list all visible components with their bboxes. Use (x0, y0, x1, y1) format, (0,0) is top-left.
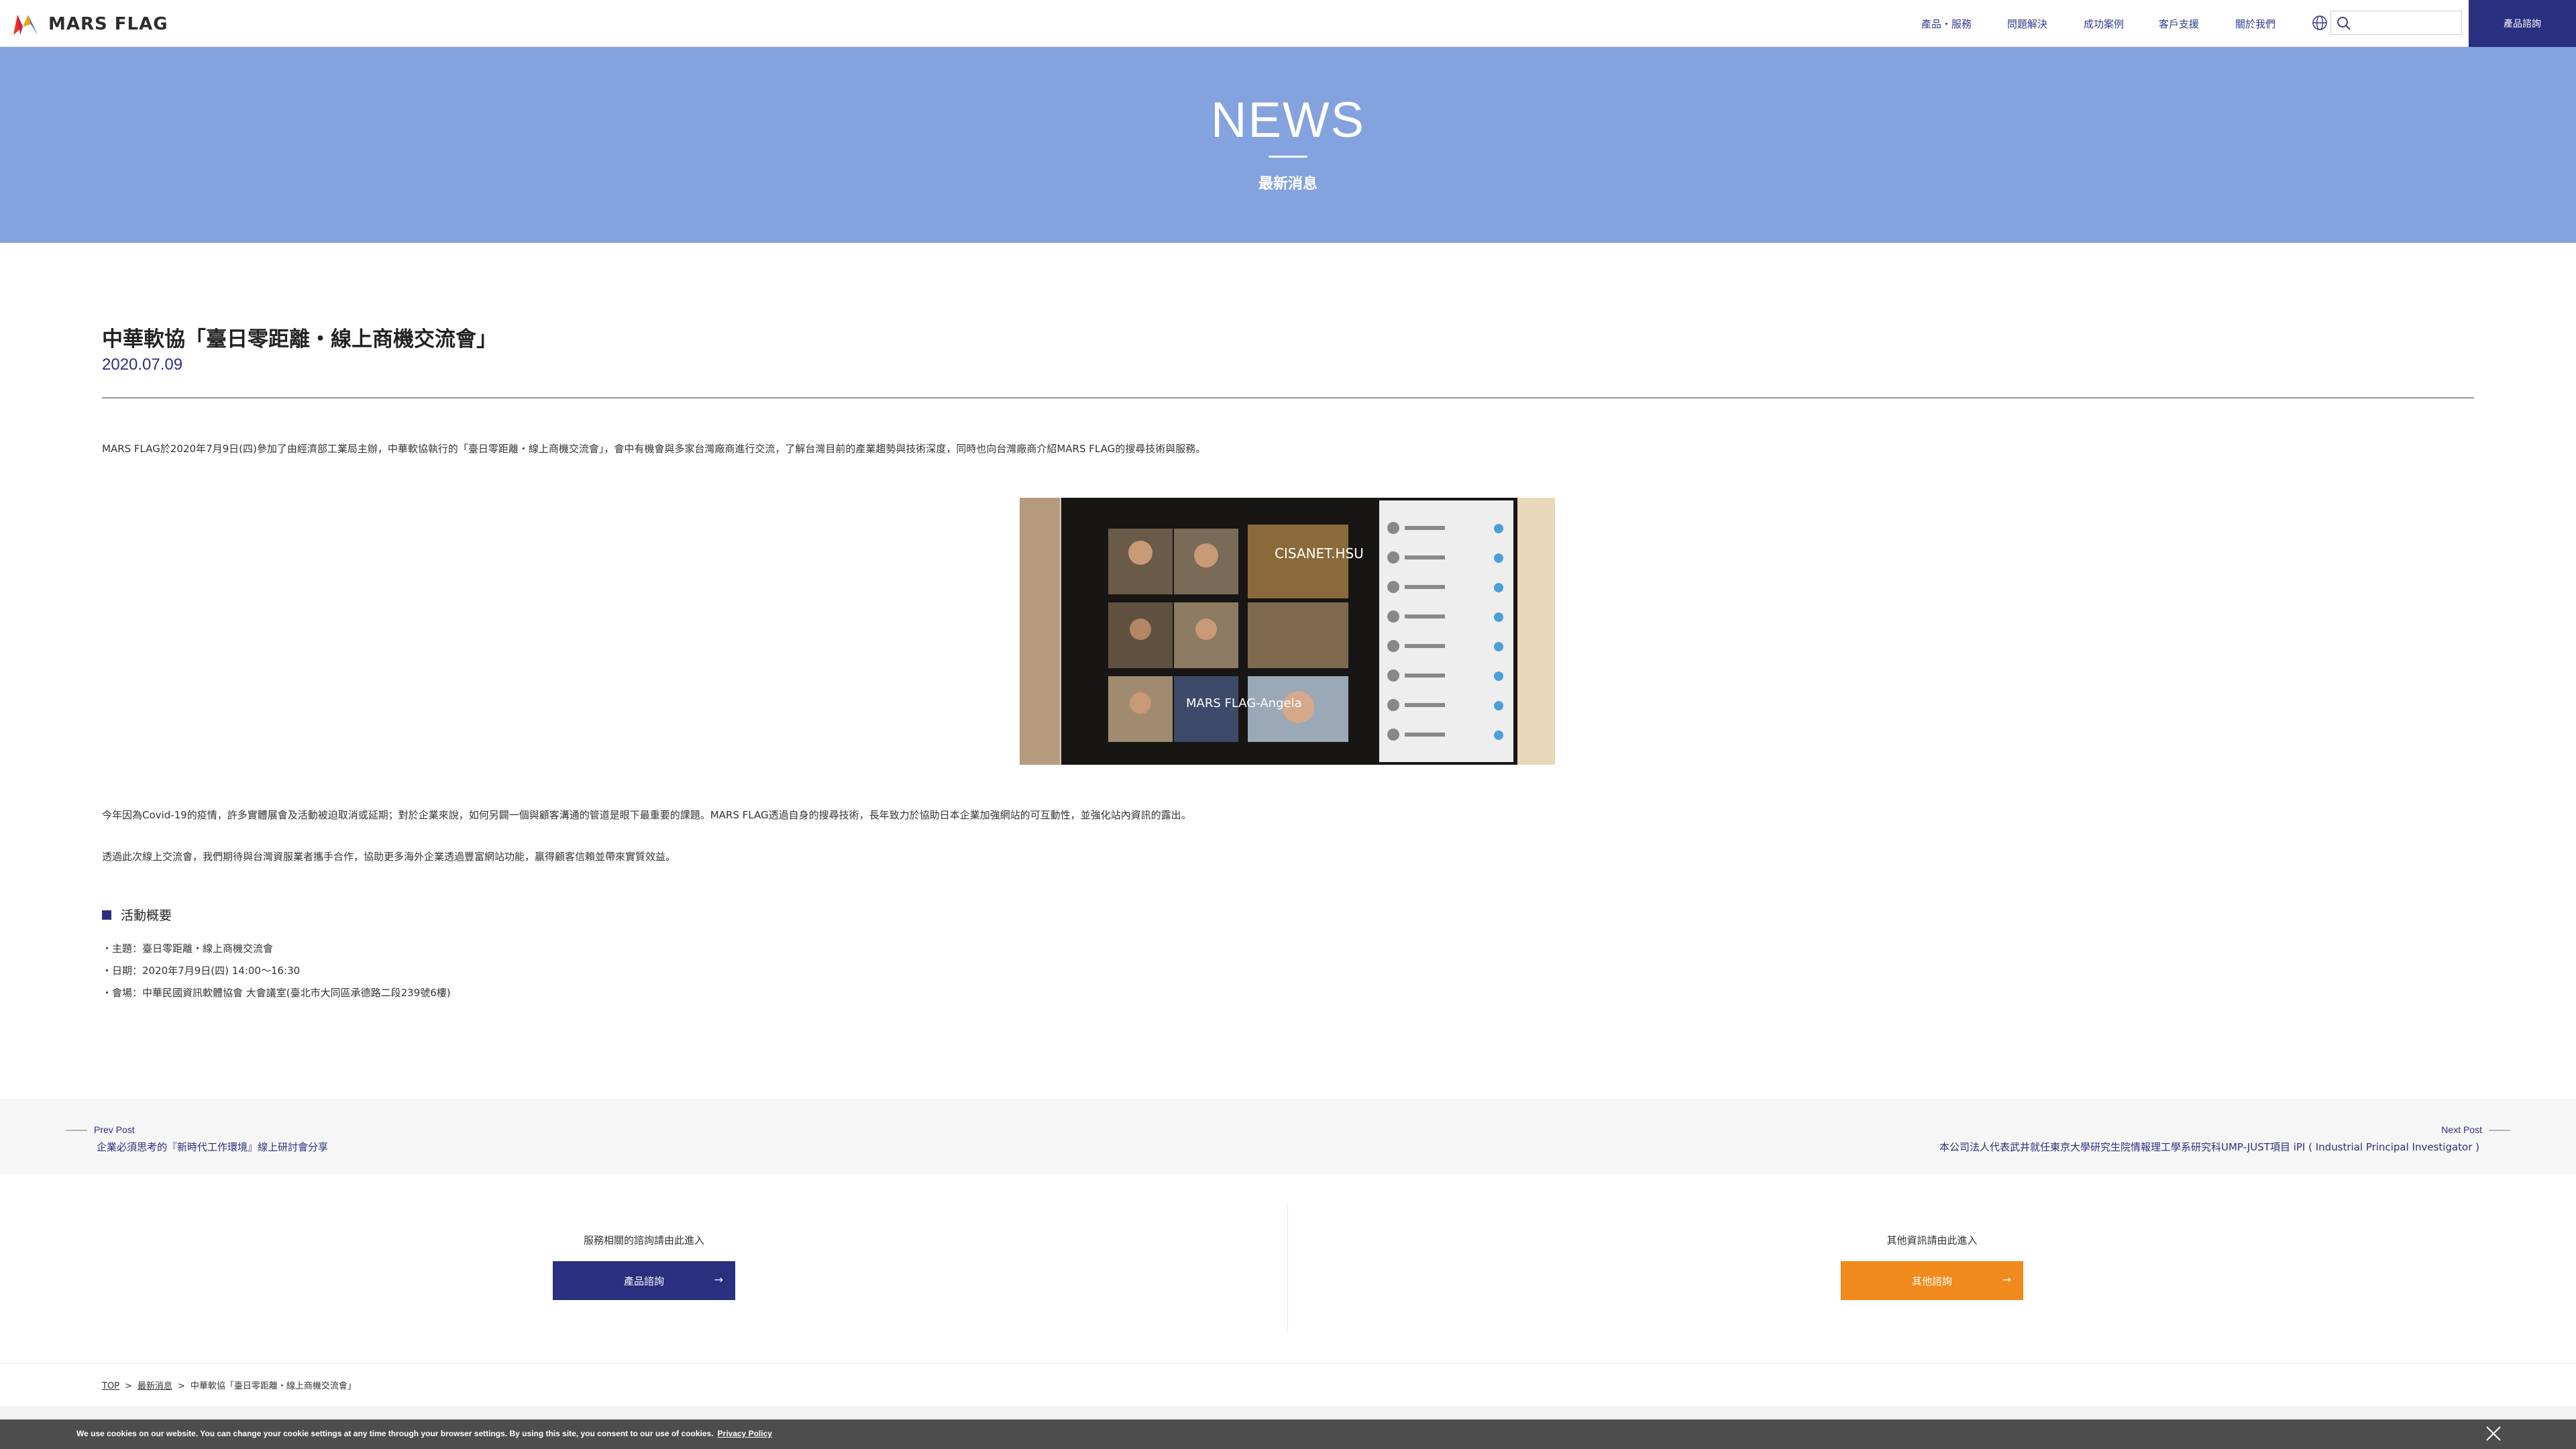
breadcrumb: TOP > 最新消息 > 中華軟協「臺日零距離・線上商機交流會」 (102, 1379, 356, 1391)
article-paragraph-3: 透過此次線上交流會，我們期待與台灣資服業者攜手合作，協助更多海外企業透過豐富網站… (102, 851, 676, 863)
footer-strip (0, 1406, 2576, 1419)
article-title: 中華軟協「臺日零距離・線上商機交流會」 (102, 327, 497, 352)
arrow-right-icon: → (2002, 1273, 2011, 1286)
breadcrumb-current: 中華軟協「臺日零距離・線上商機交流會」 (190, 1381, 356, 1391)
other-inquiry-block: 其他資訊請由此進入 其他諮詢 → (1288, 1205, 2576, 1332)
close-icon[interactable] (2483, 1424, 2504, 1444)
next-post-label: Next Post (2441, 1124, 2482, 1135)
hero-divider (1269, 156, 1307, 158)
article-photo: CISANET.HSU MARS FLAG-Angela (1020, 498, 1555, 765)
arrow-left-icon (66, 1129, 87, 1131)
brand-name: MARS FLAG (48, 14, 168, 34)
nav-solutions[interactable]: 問題解決 (2007, 17, 2047, 31)
prev-post-label: Prev Post (94, 1124, 135, 1135)
other-inquiry-text: 其他資訊請由此進入 (1886, 1234, 1978, 1246)
other-inquiry-label: 其他諮詢 (1911, 1275, 1952, 1287)
arrow-right-icon: → (714, 1273, 723, 1286)
event-summary-label: 活動概要 (121, 908, 172, 923)
arrow-right-icon (2489, 1129, 2510, 1131)
product-inquiry-button[interactable]: 產品諮詢 → (553, 1261, 735, 1300)
search-box[interactable] (2330, 11, 2462, 35)
brand-logo[interactable]: MARS FLAG (11, 9, 168, 39)
service-inquiry-text: 服務相關的諮詢請由此進入 (583, 1234, 704, 1246)
cookie-banner: We use cookies on our website. You can c… (0, 1419, 2576, 1449)
next-post-title[interactable]: 本公司法人代表武井就任東京大學研究生院情報理工學系研究科UMP-JUST項目 i… (1939, 1140, 2510, 1154)
nav-cases[interactable]: 成功案例 (2084, 17, 2124, 31)
post-navigation: Prev Post 企業必須思考的『新時代工作環境』線上研討會分享 Next P… (0, 1099, 2576, 1174)
heading-square-icon (102, 910, 111, 920)
breadcrumb-separator: > (125, 1381, 132, 1391)
nav-products[interactable]: 產品・服務 (1921, 17, 1972, 31)
product-inquiry-header-button[interactable]: 產品諮詢 (2469, 0, 2576, 47)
article-divider (102, 397, 2474, 398)
cookie-notice: We use cookies on our website. You can c… (76, 1429, 772, 1438)
article-intro: MARS FLAG於2020年7月9日(四)參加了由經濟部工業局主辦，中華軟協執… (102, 443, 1206, 455)
photo-label-marsflag: MARS FLAG-Angela (1186, 696, 1302, 710)
breadcrumb-news[interactable]: 最新消息 (138, 1381, 172, 1391)
hero-subtitle: 最新消息 (1258, 176, 1318, 193)
prev-post-link[interactable]: Prev Post 企業必須思考的『新時代工作環境』線上研討會分享 (66, 1123, 328, 1154)
breadcrumb-bar: TOP > 最新消息 > 中華軟協「臺日零距離・線上商機交流會」 (0, 1363, 2576, 1406)
nav-support[interactable]: 客戶支援 (2159, 17, 2199, 31)
hero-title: NEWS (1211, 92, 1365, 148)
article-paragraph-2: 今年因為Covid-19的疫情，許多實體展會及活動被迫取消或延期；對於企業來說，… (102, 809, 1191, 821)
prev-post-title[interactable]: 企業必須思考的『新時代工作環境』線上研討會分享 (66, 1140, 328, 1154)
product-inquiry-label: 產品諮詢 (623, 1275, 664, 1287)
nav-about[interactable]: 關於我們 (2235, 17, 2275, 31)
event-summary-heading: 活動概要 (102, 906, 172, 924)
detail-date: ・日期：2020年7月9日(四) 14:00〜16:30 (102, 965, 301, 977)
cookie-text: We use cookies on our website. You can c… (76, 1429, 714, 1438)
next-post-link[interactable]: Next Post 本公司法人代表武井就任東京大學研究生院情報理工學系研究科UM… (1939, 1123, 2510, 1154)
site-header: MARS FLAG 產品・服務 問題解決 成功案例 客戶支援 關於我們 產品諮詢 (0, 0, 2576, 47)
privacy-policy-link[interactable]: Privacy Policy (718, 1429, 772, 1438)
search-icon[interactable] (2337, 16, 2351, 31)
page-hero: NEWS 最新消息 (0, 47, 2576, 243)
search-input[interactable] (2355, 13, 2456, 33)
globe-icon[interactable] (2312, 15, 2328, 31)
other-inquiry-button[interactable]: 其他諮詢 → (1841, 1261, 2023, 1300)
mars-flag-logo-icon (13, 15, 38, 35)
breadcrumb-separator: > (177, 1381, 185, 1391)
video-conference-photo: CISANET.HSU MARS FLAG-Angela (1020, 498, 1555, 765)
article-date: 2020.07.09 (102, 356, 183, 374)
service-inquiry-block: 服務相關的諮詢請由此進入 產品諮詢 → (0, 1205, 1288, 1332)
detail-topic: ・主題：臺日零距離・線上商機交流會 (102, 943, 274, 955)
breadcrumb-top[interactable]: TOP (102, 1381, 119, 1391)
photo-label-cisanet: CISANET.HSU (1275, 545, 1364, 561)
detail-venue: ・會場：中華民國資訊軟體協會 大會議室(臺北市大同區承德路二段239號6樓) (102, 987, 451, 999)
